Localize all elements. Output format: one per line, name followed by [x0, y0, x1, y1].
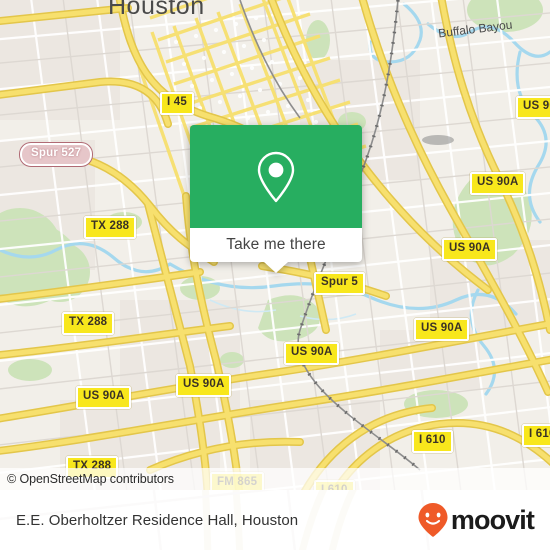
- road-shield-us90a-d[interactable]: US 90A: [516, 96, 550, 119]
- road-shield-us90a-e[interactable]: US 90A: [470, 172, 526, 195]
- road-shield-tx288-b[interactable]: TX 288: [62, 312, 115, 335]
- road-shield-us90a-b[interactable]: US 90A: [176, 374, 232, 397]
- moovit-wordmark: moovit: [450, 504, 535, 535]
- moovit-logo[interactable]: moovit: [417, 502, 535, 538]
- road-shield-i45[interactable]: I 45: [160, 92, 194, 115]
- attribution-text: © OpenStreetMap contributors: [7, 472, 174, 486]
- map-pin-icon: [257, 151, 295, 202]
- road-shield-tx288-a[interactable]: TX 288: [84, 216, 137, 239]
- map-attribution: © OpenStreetMap contributors: [0, 468, 550, 490]
- road-shield-i610-b[interactable]: I 610: [522, 424, 550, 447]
- moovit-pin-smiley-icon: [418, 503, 448, 537]
- page-title: E.E. Oberholtzer Residence Hall, Houston: [16, 511, 299, 529]
- road-shield-spur5[interactable]: Spur 5: [314, 272, 365, 295]
- location-popup[interactable]: Take me there: [190, 125, 362, 273]
- footer-bar: E.E. Oberholtzer Residence Hall, Houston…: [0, 490, 550, 550]
- moovit-location-card: Houston Buffalo Bayou I 45 Spur 527 TX 2…: [0, 0, 550, 550]
- road-shield-us90a-g[interactable]: US 90A: [414, 318, 470, 341]
- road-shield-us90a-a[interactable]: US 90A: [284, 342, 340, 365]
- road-shield-us90a-c[interactable]: US 90A: [76, 386, 132, 409]
- road-shield-us90a-f[interactable]: US 90A: [442, 238, 498, 261]
- popup-header: [190, 125, 362, 228]
- popup-tail: [264, 262, 288, 273]
- map-canvas[interactable]: Houston Buffalo Bayou I 45 Spur 527 TX 2…: [0, 0, 550, 490]
- take-me-there-label: Take me there: [226, 236, 326, 253]
- road-shield-spur527[interactable]: Spur 527: [20, 143, 93, 166]
- popup-action-bar[interactable]: Take me there: [190, 228, 362, 273]
- road-shield-i610-a[interactable]: I 610: [412, 430, 453, 453]
